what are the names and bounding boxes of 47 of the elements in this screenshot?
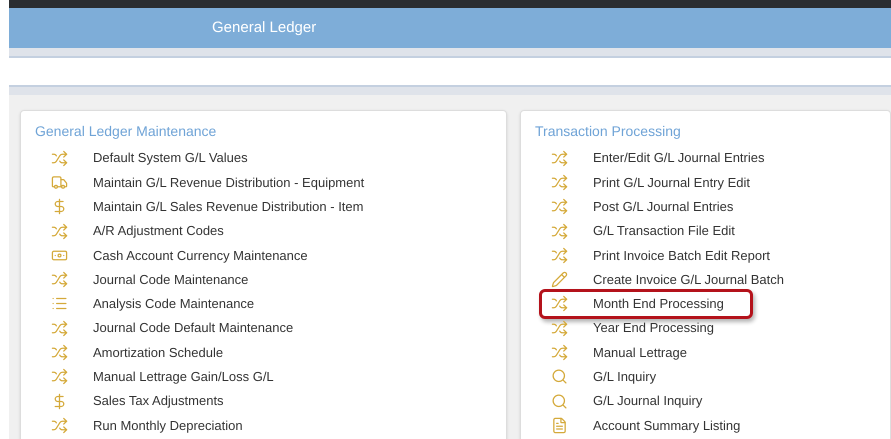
menu-link[interactable]: Manual Lettrage Gain/Loss G/L bbox=[93, 367, 274, 387]
menu-link[interactable]: Journal Code Default Maintenance bbox=[93, 318, 294, 338]
menu-link[interactable]: Maintain G/L Revenue Distribution - Equipment bbox=[93, 172, 364, 192]
shuffle-icon bbox=[551, 344, 568, 362]
truck-icon bbox=[51, 174, 68, 191]
pencil-icon bbox=[551, 271, 568, 288]
menu-link[interactable]: Enter/Edit G/L Journal Entries bbox=[593, 148, 764, 168]
menu-link[interactable]: Default System G/L Values bbox=[93, 148, 248, 168]
shuffle-icon bbox=[51, 271, 68, 288]
document-icon bbox=[551, 416, 568, 434]
shuffle-icon bbox=[51, 344, 68, 362]
shuffle-icon bbox=[51, 320, 68, 337]
menu-link[interactable]: G/L Transaction File Edit bbox=[593, 221, 735, 241]
shuffle-icon bbox=[551, 150, 568, 167]
menu-link[interactable]: Amortization Schedule bbox=[93, 342, 224, 362]
shuffle-icon bbox=[551, 174, 568, 191]
menu-link[interactable]: A/R Adjustment Codes bbox=[93, 221, 224, 241]
menu-link[interactable]: Post G/L Journal Entries bbox=[593, 196, 734, 216]
menu-link[interactable]: Cash Account Currency Maintenance bbox=[93, 246, 308, 266]
shuffle-icon bbox=[551, 295, 568, 312]
shuffle-icon bbox=[551, 246, 568, 264]
shuffle-icon bbox=[51, 368, 68, 386]
shuffle-icon bbox=[551, 198, 568, 216]
menu-link[interactable]: Manual Lettrage bbox=[593, 342, 687, 362]
menu-link[interactable]: Run Monthly Depreciation bbox=[93, 416, 243, 436]
menu-link[interactable]: Print Invoice Batch Edit Report bbox=[593, 246, 770, 266]
menu-link[interactable]: Print G/L Journal Entry Edit bbox=[593, 172, 750, 192]
menu-link[interactable]: Create Invoice G/L Journal Batch bbox=[593, 270, 784, 290]
menu-link[interactable]: Sales Tax Adjustments bbox=[93, 391, 224, 411]
search-icon bbox=[551, 368, 568, 386]
menu-link[interactable]: G/L Journal Inquiry bbox=[593, 391, 702, 411]
menu-link[interactable]: Account Summary Listing bbox=[593, 416, 740, 436]
menu-link[interactable]: Analysis Code Maintenance bbox=[93, 294, 254, 314]
shuffle-icon bbox=[51, 150, 68, 167]
shuffle-icon bbox=[551, 320, 568, 337]
shuffle-icon bbox=[51, 222, 68, 240]
panel-title: Transaction Processing bbox=[535, 122, 682, 141]
shuffle-icon bbox=[51, 416, 68, 434]
menu-link[interactable]: Maintain G/L Sales Revenue Distribution - Item bbox=[93, 196, 364, 216]
menu-link[interactable]: Month End Processing bbox=[593, 294, 724, 314]
menu-link[interactable]: Year End Processing bbox=[593, 318, 714, 338]
search-icon bbox=[551, 392, 568, 410]
menu-link[interactable]: Journal Code Maintenance bbox=[93, 270, 248, 290]
page-title: General Ledger bbox=[212, 18, 316, 38]
menu-link[interactable]: G/L Inquiry bbox=[593, 367, 656, 387]
shuffle-icon bbox=[551, 222, 568, 240]
panel-title: General Ledger Maintenance bbox=[35, 122, 218, 141]
